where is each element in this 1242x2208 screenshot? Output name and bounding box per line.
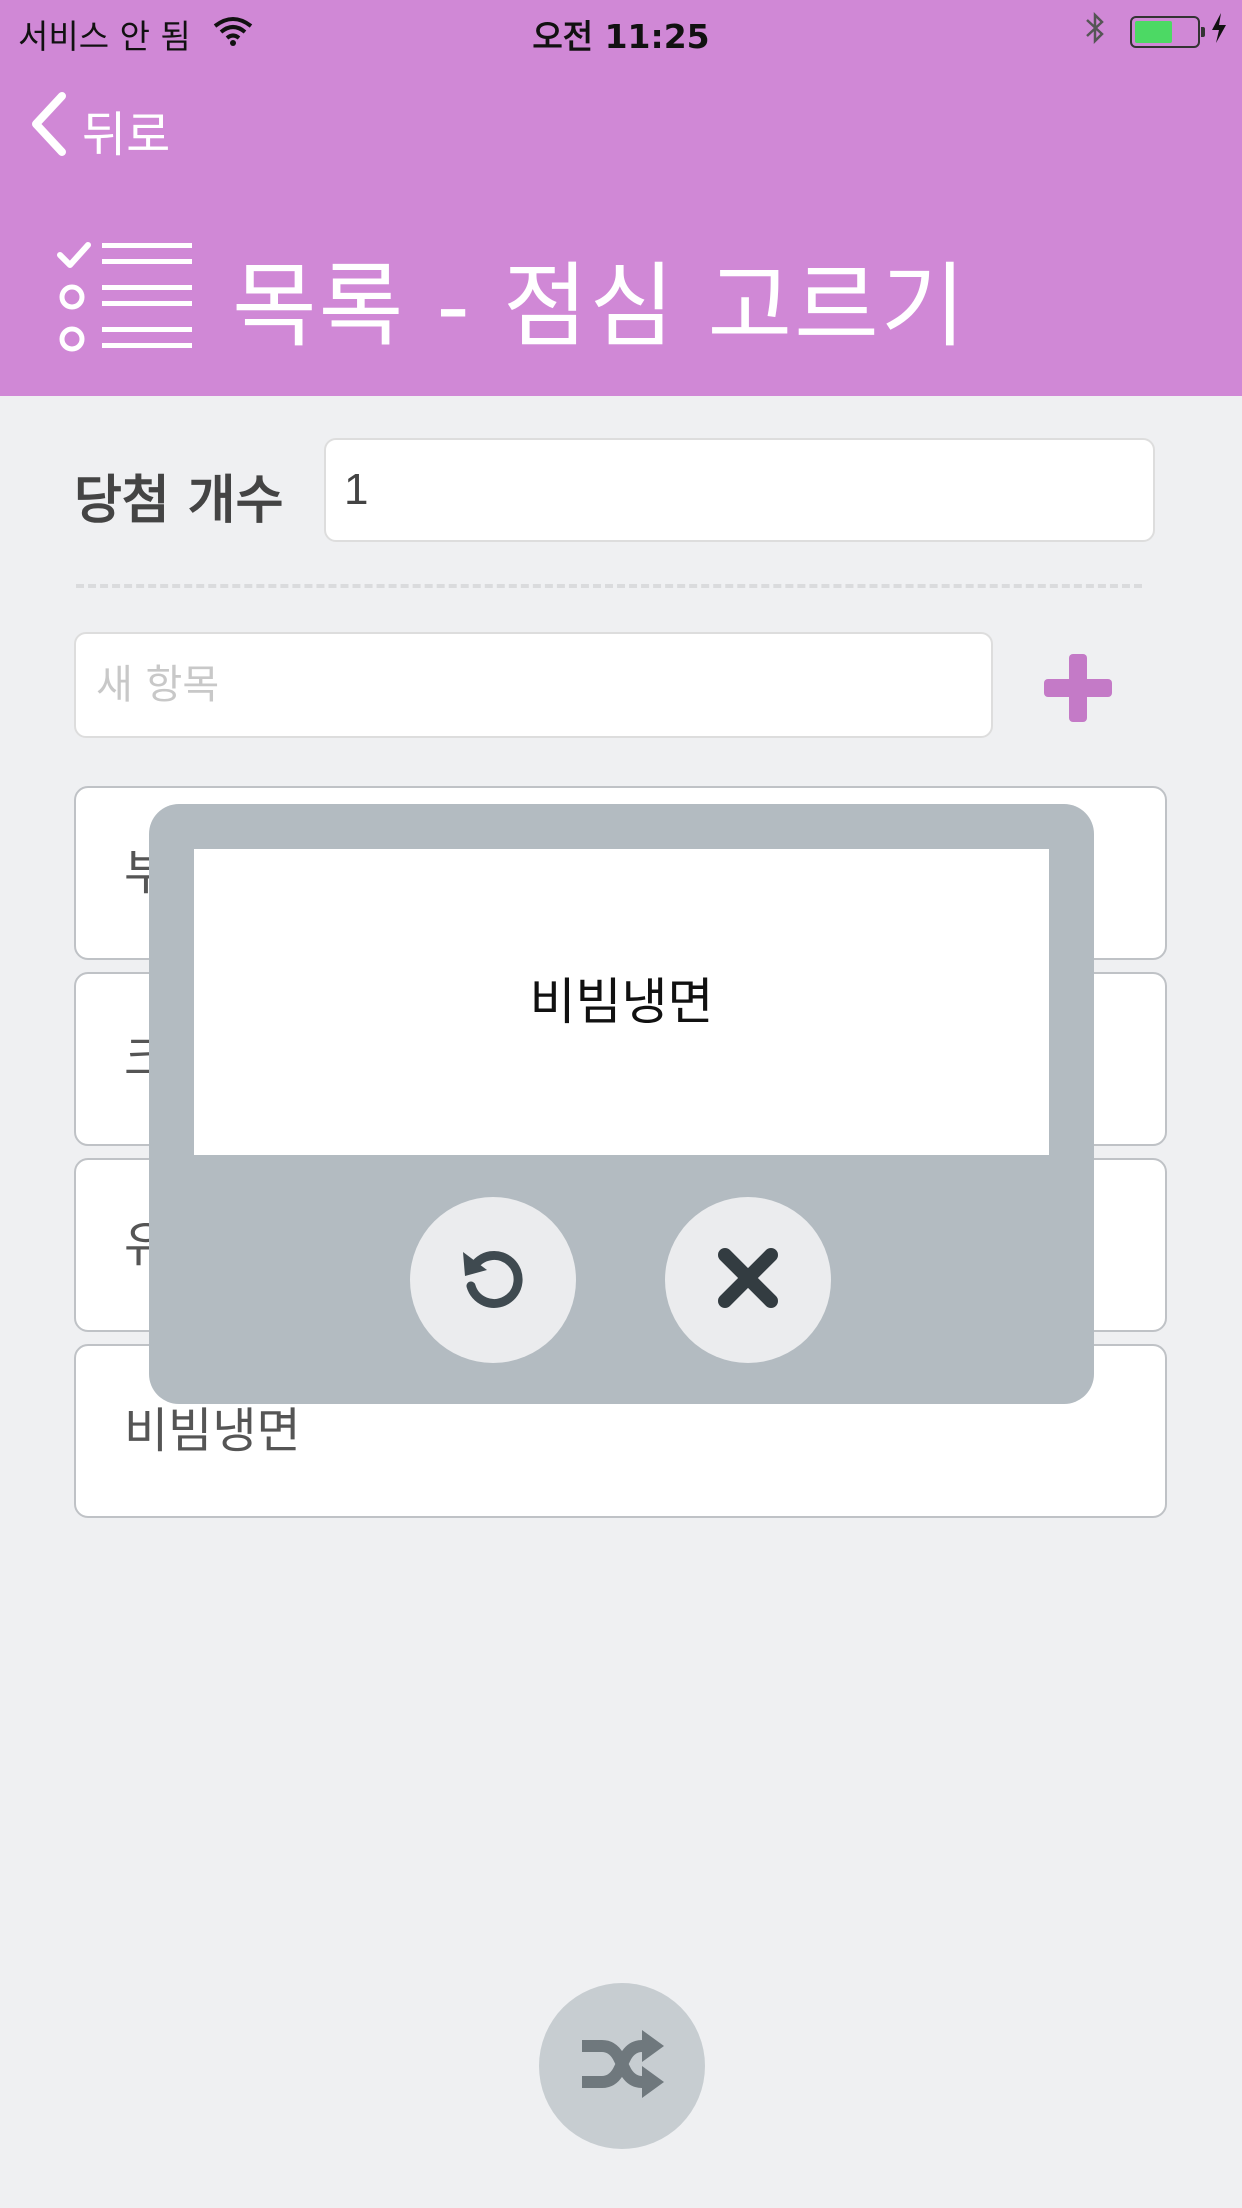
status-time: 오전 11:25 [532,17,710,56]
back-label: 뒤로 [82,107,171,163]
chevron-left-icon [30,92,68,168]
battery-tip [1201,27,1205,37]
back-button[interactable]: 뒤로 [30,92,170,168]
page-title: 목록 - 점심 고르기 [232,253,968,360]
status-bar: 서비스 안 됨 오전 11:25 [0,0,1242,62]
battery-icon [1130,16,1205,48]
close-button[interactable] [665,1197,831,1363]
bluetooth-icon [1084,10,1106,54]
add-item-button[interactable] [1040,650,1116,726]
status-right [1084,10,1228,54]
new-item-input[interactable]: 새 항목 [74,632,993,738]
winners-count-label: 당첨 개수 [74,471,284,531]
divider [76,584,1142,588]
winners-count-input[interactable]: 1 [324,438,1155,542]
shuffle-button[interactable] [539,1983,705,2149]
refresh-icon [457,1242,529,1318]
shuffle-icon [578,2026,666,2106]
battery-fill [1135,21,1173,43]
charging-icon [1210,12,1228,52]
checklist-icon [56,241,196,357]
close-icon [715,1245,781,1315]
plus-icon [1040,654,1116,730]
result-text: 비빔냉면 [194,849,1049,1155]
app-header: 서비스 안 됨 오전 11:25 뒤로 목록 - 점심 고르기 [0,0,1242,396]
page-title-row: 목록 - 점심 고르기 [56,232,967,365]
result-modal: 비빔냉면 [149,804,1094,1404]
retry-button[interactable] [410,1197,576,1363]
